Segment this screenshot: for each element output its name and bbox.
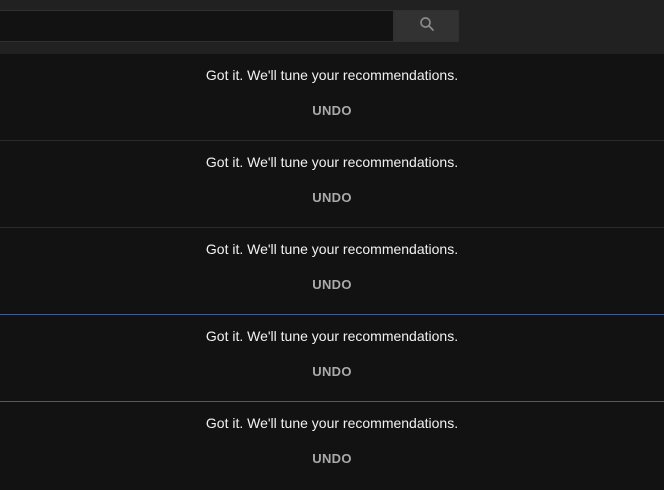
dismissed-item: Got it. We'll tune your recommendations.… — [0, 228, 664, 315]
undo-button[interactable]: UNDO — [292, 277, 372, 292]
dismissal-message: Got it. We'll tune your recommendations. — [205, 154, 459, 170]
search-button[interactable] — [394, 10, 459, 42]
dismissal-message: Got it. We'll tune your recommendations. — [205, 328, 459, 344]
dismissed-item: Got it. We'll tune your recommendations.… — [0, 315, 664, 402]
dismissal-message: Got it. We'll tune your recommendations. — [205, 241, 459, 257]
dismissed-item: Got it. We'll tune your recommendations.… — [0, 402, 664, 489]
undo-button[interactable]: UNDO — [292, 364, 372, 379]
undo-button[interactable]: UNDO — [292, 190, 372, 205]
masthead — [0, 0, 664, 54]
dismissed-item: Got it. We'll tune your recommendations.… — [0, 141, 664, 228]
undo-button[interactable]: UNDO — [292, 451, 372, 466]
dismissed-item: Got it. We'll tune your recommendations.… — [0, 54, 664, 141]
dismissal-message: Got it. We'll tune your recommendations. — [205, 67, 459, 83]
search-icon — [418, 15, 436, 38]
dismissal-message: Got it. We'll tune your recommendations. — [205, 415, 459, 431]
search-input[interactable] — [0, 10, 394, 42]
undo-button[interactable]: UNDO — [292, 103, 372, 118]
dismissed-video-list: Got it. We'll tune your recommendations.… — [0, 54, 664, 489]
